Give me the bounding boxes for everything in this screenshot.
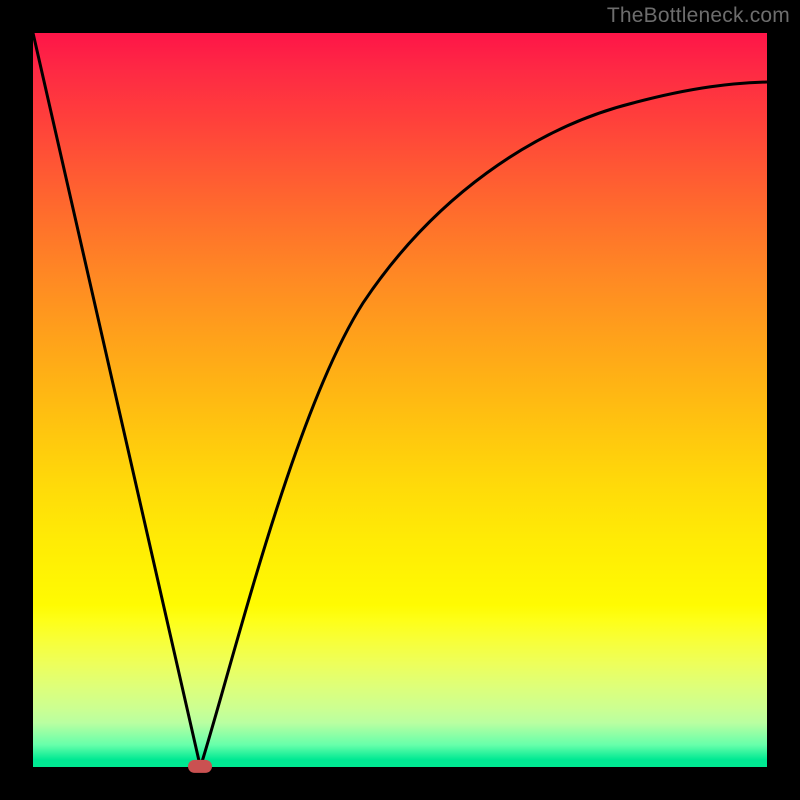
bottleneck-curve — [33, 33, 767, 767]
optimal-marker — [188, 760, 212, 773]
curve-path — [33, 33, 767, 767]
watermark-text: TheBottleneck.com — [607, 4, 790, 28]
chart-frame: TheBottleneck.com — [0, 0, 800, 800]
plot-area — [33, 33, 767, 767]
